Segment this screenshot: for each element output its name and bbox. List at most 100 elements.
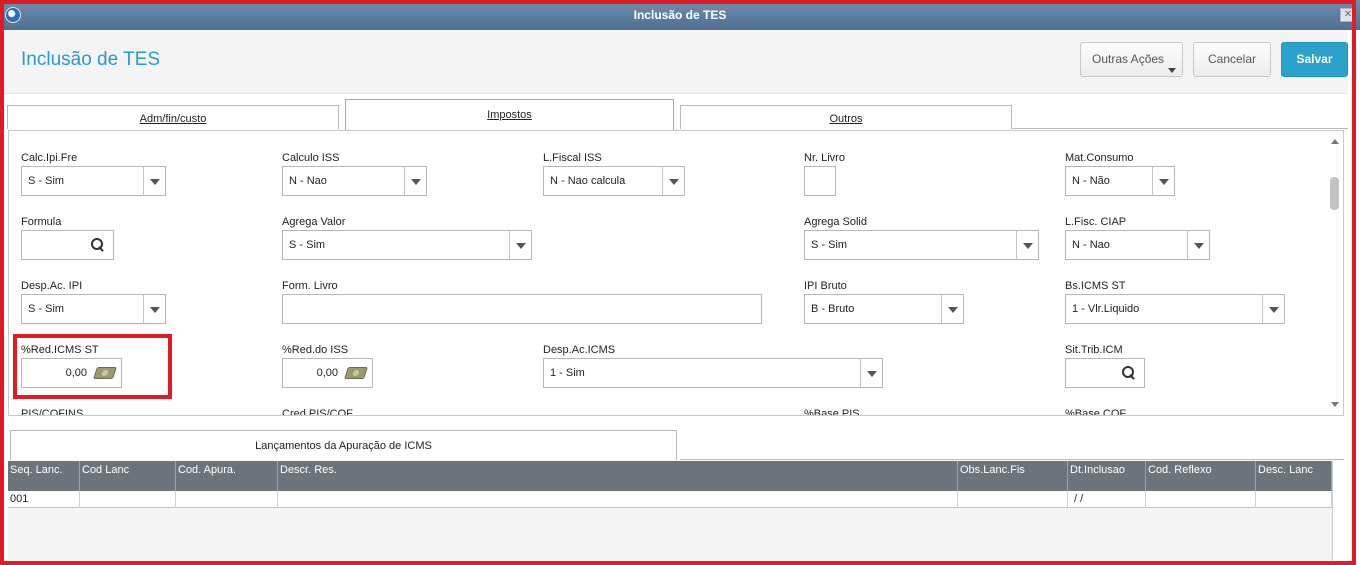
sub-tab-bar: Lançamentos da Apuração de ICMS xyxy=(8,418,1344,460)
lancamentos-grid: Seq. Lanc. Cod Lanc Cod. Apura. Descr. R… xyxy=(8,461,1340,565)
chevron-down-icon[interactable] xyxy=(404,167,426,195)
window-close-icon[interactable]: ✕ xyxy=(1340,8,1356,22)
table-row[interactable]: 001 / / xyxy=(8,491,1340,508)
desp-ac-icms-field: Desp.Ac.ICMS 1 - Sim xyxy=(543,344,883,388)
page-header: Inclusão de TES Outras Ações Cancelar Sa… xyxy=(0,30,1348,94)
sit-trib-icm-field: Sit.Trib.ICM xyxy=(1065,344,1145,388)
chevron-down-icon[interactable] xyxy=(143,167,165,195)
desp-ac-icms-select[interactable]: 1 - Sim xyxy=(543,358,883,388)
bs-icms-st-value: 1 - Vlr.Liquido xyxy=(1072,303,1140,315)
page-title: Inclusão de TES xyxy=(21,49,161,70)
red-do-iss-label: %Red.do ISS xyxy=(282,344,349,356)
pis-cofins-field: PIS/COFINS xyxy=(21,408,83,415)
agrega-solid-label: Agrega Solid xyxy=(804,216,867,228)
mat-consumo-field: Mat.Consumo N - Não xyxy=(1065,152,1175,196)
bs-icms-st-select[interactable]: 1 - Vlr.Liquido xyxy=(1065,294,1285,324)
l-fisc-ciap-field: L.Fisc. CIAP N - Nao xyxy=(1065,216,1210,260)
save-button[interactable]: Salvar xyxy=(1281,42,1348,77)
grid-vertical-scrollbar[interactable] xyxy=(1332,461,1340,565)
scroll-up-icon[interactable] xyxy=(1331,139,1339,144)
chevron-down-icon[interactable] xyxy=(1016,231,1038,259)
sit-trib-icm-input[interactable] xyxy=(1065,358,1145,388)
grid-cell[interactable] xyxy=(176,491,278,508)
cancel-button[interactable]: Cancelar xyxy=(1193,42,1271,77)
grid-cell[interactable] xyxy=(278,491,958,508)
tab-divider xyxy=(1012,128,1348,129)
agrega-valor-select[interactable]: S - Sim xyxy=(282,230,532,260)
calc-ipi-fre-select[interactable]: S - Sim xyxy=(21,166,166,196)
base-pis-label: %Base PIS xyxy=(804,408,860,416)
chevron-down-icon[interactable] xyxy=(662,167,684,195)
red-do-iss-value: 0,00 xyxy=(316,367,338,379)
tab-bar: Adm/fin/custo Impostos Outros xyxy=(0,96,1348,130)
search-icon[interactable] xyxy=(91,238,105,252)
chevron-down-icon[interactable] xyxy=(143,295,165,323)
grid-header: Seq. Lanc. Cod Lanc Cod. Apura. Descr. R… xyxy=(8,461,1340,491)
grid-cell[interactable] xyxy=(1256,491,1332,508)
grid-header-cell[interactable]: Seq. Lanc. xyxy=(8,461,80,491)
mat-consumo-value: N - Não xyxy=(1072,175,1110,187)
desp-ac-ipi-select[interactable]: S - Sim xyxy=(21,294,166,324)
tab-lancamentos-apuracao-icms[interactable]: Lançamentos da Apuração de ICMS xyxy=(10,430,677,460)
red-do-iss-input[interactable]: 0,00 xyxy=(282,358,373,388)
l-fisc-ciap-select[interactable]: N - Nao xyxy=(1065,230,1210,260)
l-fisc-ciap-value: N - Nao xyxy=(1072,239,1110,251)
grid-cell[interactable] xyxy=(1146,491,1256,508)
l-fiscal-iss-value: N - Nao calcula xyxy=(550,175,626,187)
l-fiscal-iss-field: L.Fiscal ISS N - Nao calcula xyxy=(543,152,685,196)
grid-header-cell[interactable]: Cod Lanc xyxy=(80,461,176,491)
grid-header-cell[interactable]: Descr. Res. xyxy=(278,461,958,491)
mat-consumo-select[interactable]: N - Não xyxy=(1065,166,1175,196)
scroll-down-icon[interactable] xyxy=(1331,402,1339,407)
ipi-bruto-select[interactable]: B - Bruto xyxy=(804,294,964,324)
form-livro-input[interactable] xyxy=(282,294,762,324)
l-fiscal-iss-label: L.Fiscal ISS xyxy=(543,152,602,164)
tab-outros[interactable]: Outros xyxy=(680,105,1012,129)
agrega-solid-select[interactable]: S - Sim xyxy=(804,230,1039,260)
l-fiscal-iss-select[interactable]: N - Nao calcula xyxy=(543,166,685,196)
form-livro-field: Form. Livro xyxy=(282,280,762,324)
grid-header-cell[interactable]: Cod. Apura. xyxy=(176,461,278,491)
more-actions-label: Outras Ações xyxy=(1092,52,1165,66)
calculo-iss-label: Calculo ISS xyxy=(282,152,340,164)
grid-header-cell[interactable]: Dt.Inclusao xyxy=(1068,461,1146,491)
chevron-down-icon[interactable] xyxy=(941,295,963,323)
form-vertical-scrollbar[interactable] xyxy=(1327,131,1343,415)
more-actions-button[interactable]: Outras Ações xyxy=(1080,42,1183,77)
calculo-iss-select[interactable]: N - Nao xyxy=(282,166,427,196)
chevron-down-icon[interactable] xyxy=(1187,231,1209,259)
sit-trib-icm-label: Sit.Trib.ICM xyxy=(1065,344,1123,356)
calc-ipi-fre-label: Calc.Ipi.Fre xyxy=(21,152,78,164)
search-icon[interactable] xyxy=(1122,366,1136,380)
grid-cell[interactable] xyxy=(80,491,176,508)
formula-input[interactable] xyxy=(21,230,114,260)
formula-field: Formula xyxy=(21,216,114,260)
grid-cell[interactable] xyxy=(958,491,1068,508)
tab-adm-fin-custo[interactable]: Adm/fin/custo xyxy=(7,105,339,129)
calc-ipi-fre-field: Calc.Ipi.Fre S - Sim xyxy=(21,152,166,196)
desp-ac-icms-value: 1 - Sim xyxy=(550,367,585,379)
grid-cell[interactable]: / / xyxy=(1068,491,1146,508)
grid-header-cell[interactable]: Obs.Lanc.Fis xyxy=(958,461,1068,491)
scroll-thumb[interactable] xyxy=(1330,177,1339,210)
calculator-icon[interactable] xyxy=(344,367,368,379)
desp-ac-ipi-field: Desp.Ac. IPI S - Sim xyxy=(21,280,166,324)
grid-header-cell[interactable]: Desc. Lanc xyxy=(1256,461,1332,491)
calculo-iss-value: N - Nao xyxy=(289,175,327,187)
desp-ac-icms-label: Desp.Ac.ICMS xyxy=(543,344,616,356)
ipi-bruto-value: B - Bruto xyxy=(811,303,855,315)
chevron-down-icon[interactable] xyxy=(509,231,531,259)
base-cof-field: %Base COF xyxy=(1065,408,1126,415)
calc-ipi-fre-value: S - Sim xyxy=(28,175,65,187)
chevron-down-icon[interactable] xyxy=(1262,295,1284,323)
chevron-down-icon[interactable] xyxy=(860,359,882,387)
grid-cell[interactable]: 001 xyxy=(8,491,80,508)
l-fisc-ciap-label: L.Fisc. CIAP xyxy=(1065,216,1127,228)
formula-label: Formula xyxy=(21,216,62,228)
nr-livro-input[interactable] xyxy=(804,166,836,196)
desp-ac-ipi-label: Desp.Ac. IPI xyxy=(21,280,83,292)
chevron-down-icon[interactable] xyxy=(1152,167,1174,195)
calculo-iss-field: Calculo ISS N - Nao xyxy=(282,152,427,196)
grid-header-cell[interactable]: Cod. Reflexo xyxy=(1146,461,1256,491)
tab-impostos[interactable]: Impostos xyxy=(345,99,674,130)
